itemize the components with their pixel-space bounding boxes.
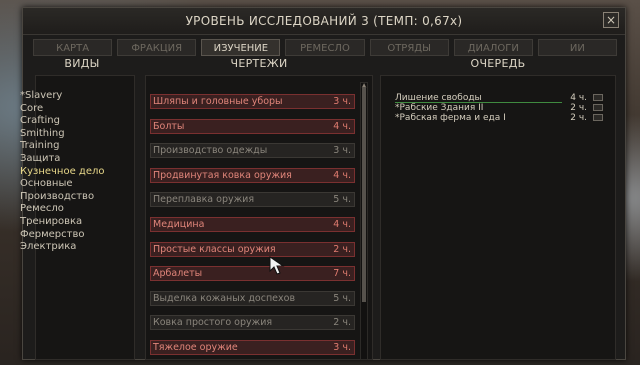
queue-item[interactable]: *Рабские Здания II 2 ч.	[395, 103, 605, 113]
category-item[interactable]: Тренировка	[20, 216, 130, 229]
blueprint-time: 4 ч.	[333, 218, 351, 230]
tab-research[interactable]: ИЗУЧЕНИЕ	[201, 39, 281, 56]
blueprint-row[interactable]: Производство одежды 3 ч.	[150, 143, 355, 159]
tab-squads[interactable]: ОТРЯДЫ	[369, 39, 449, 56]
blueprint-name: Болты	[153, 120, 185, 132]
queue-item-time: 4 ч.	[570, 93, 587, 103]
tab-dialogs[interactable]: ДИАЛОГИ	[453, 39, 533, 56]
blueprint-row[interactable]: Переплавка оружия 5 ч.	[150, 192, 355, 208]
categories-heading: ВИДЫ	[64, 57, 100, 70]
category-item[interactable]: Основные	[20, 178, 130, 191]
queue-item[interactable]: Лишение свободы 4 ч.	[395, 93, 605, 103]
tab-bar: КАРТА ФРАКЦИЯ ИЗУЧЕНИЕ РЕМЕСЛО ОТРЯДЫ ДИ…	[33, 39, 617, 56]
blueprint-time: 3 ч.	[333, 341, 351, 353]
tab-ai[interactable]: ИИ	[537, 39, 617, 56]
queue-item-time: 2 ч.	[570, 113, 587, 123]
blueprint-time: 7 ч.	[333, 268, 351, 280]
category-item[interactable]: Фермерство	[20, 229, 130, 242]
queue-item-time: 2 ч.	[570, 103, 587, 113]
category-item-selected[interactable]: Кузнечное дело	[20, 166, 130, 179]
blueprint-time: 2 ч.	[333, 317, 351, 329]
blueprint-time: 4 ч.	[333, 169, 351, 181]
blueprint-name: Тяжелое оружие	[153, 341, 238, 353]
window-title: УРОВЕНЬ ИССЛЕДОВАНИЙ 3 (ТЕМП: 0,67х)	[23, 8, 625, 35]
blueprint-time: 2 ч.	[333, 243, 351, 255]
blueprint-row[interactable]: Арбалеты 7 ч.	[150, 266, 355, 282]
category-item[interactable]: Ремесло	[20, 203, 130, 216]
tab-map[interactable]: КАРТА	[33, 39, 113, 56]
blueprint-name: Ковка простого оружия	[153, 317, 273, 329]
category-list: *Slavery Core Crafting Smithing Training…	[20, 90, 130, 254]
blueprint-name: Производство одежды	[153, 145, 268, 157]
queue-item[interactable]: *Рабская ферма и еда I 2 ч.	[395, 113, 605, 123]
blueprint-time: 5 ч.	[333, 292, 351, 304]
queue-heading: ОЧЕРЕДЬ	[470, 57, 526, 70]
category-item[interactable]: Core	[20, 103, 130, 116]
category-item[interactable]: Crafting	[20, 115, 130, 128]
blueprint-row[interactable]: Медицина 4 ч.	[150, 216, 355, 232]
category-item[interactable]: Электрика	[20, 241, 130, 254]
tab-faction[interactable]: ФРАКЦИЯ	[117, 39, 197, 56]
scrollbar-thumb[interactable]	[362, 87, 366, 302]
blueprint-row[interactable]: Болты 4 ч.	[150, 118, 355, 134]
remove-queue-item-button[interactable]	[593, 104, 603, 111]
blueprints-heading: ЧЕРТЕЖИ	[230, 57, 288, 70]
remove-queue-item-button[interactable]	[593, 94, 603, 101]
blueprint-name: Шляпы и головные уборы	[153, 96, 283, 107]
category-item[interactable]: Smithing	[20, 128, 130, 141]
blueprint-row[interactable]: Шляпы и головные уборы 3 ч.	[150, 94, 355, 109]
queue-item-name: *Рабская ферма и еда I	[395, 113, 506, 123]
mouse-cursor-icon	[269, 256, 285, 275]
blueprint-name: Простые классы оружия	[153, 243, 276, 255]
blueprint-scrollbar[interactable]: ▲	[360, 82, 368, 360]
blueprint-list: Шляпы и головные уборы 3 ч. Болты 4 ч. Про…	[150, 94, 355, 365]
blueprint-name: Выделка кожаных доспехов	[153, 292, 296, 304]
category-item[interactable]: Training	[20, 140, 130, 153]
remove-queue-item-button[interactable]	[593, 114, 603, 121]
blueprint-row[interactable]: Выделка кожаных доспехов 5 ч.	[150, 290, 355, 306]
blueprint-row[interactable]: Тяжелое оружие 3 ч.	[150, 339, 355, 355]
blueprint-time: 5 ч.	[333, 194, 351, 206]
category-item[interactable]: *Slavery	[20, 90, 130, 103]
blueprint-row[interactable]: Простые классы оружия 2 ч.	[150, 241, 355, 257]
blueprint-name: Переплавка оружия	[153, 194, 255, 206]
close-icon: ×	[605, 13, 617, 27]
blueprint-time: 4 ч.	[333, 120, 351, 132]
close-button[interactable]: ×	[603, 12, 619, 28]
category-item[interactable]: Производство	[20, 191, 130, 204]
blueprint-name: Продвинутая ковка оружия	[153, 169, 292, 181]
blueprint-row[interactable]: Продвинутая ковка оружия 4 ч.	[150, 167, 355, 183]
tab-crafting[interactable]: РЕМЕСЛО	[285, 39, 365, 56]
blueprint-name: Арбалеты	[153, 268, 203, 280]
blueprint-row[interactable]: Ковка простого оружия 2 ч.	[150, 315, 355, 331]
blueprint-time: 3 ч.	[333, 145, 351, 157]
blueprint-time: 3 ч.	[333, 96, 351, 107]
research-queue: Лишение свободы 4 ч. *Рабские Здания II …	[395, 93, 605, 123]
blueprint-name: Медицина	[153, 218, 205, 230]
category-item[interactable]: Защита	[20, 153, 130, 166]
queue-item-name: *Рабские Здания II	[395, 103, 484, 113]
